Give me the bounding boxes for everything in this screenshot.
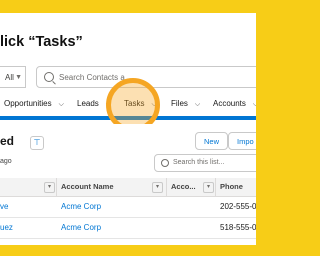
column-divider [166,178,167,196]
chevron-down-icon: ▼ [15,74,22,81]
chevron-down-icon[interactable]: ⌵ [195,101,200,108]
list-updated-text: ago [0,158,12,165]
search-scope-label: All [5,73,14,82]
new-button[interactable]: New [195,132,229,150]
table-header: ▾ Account Name ▾ Acco... ▾ Phone [0,178,256,197]
column-divider [215,178,216,196]
nav-item-opportunities[interactable]: Opportunities ⌵ [4,92,64,116]
nav-item-label: Accounts [213,99,246,108]
search-icon [44,72,54,82]
nav-item-label: Files [171,99,188,108]
column-divider [56,178,57,196]
contact-name-link[interactable]: uez [0,218,13,238]
column-header-account-name[interactable]: Account Name [61,178,114,196]
nav-item-label: Opportunities [4,99,52,108]
pin-icon[interactable]: ⊤ [30,136,44,150]
account-name-link[interactable]: Acme Corp [61,197,101,217]
column-menu-icon[interactable]: ▾ [44,182,55,193]
column-header-label: Phone [220,182,243,191]
column-header-account[interactable]: Acco... [171,178,196,196]
column-header-label: Account Name [61,182,114,191]
list-search-input[interactable]: Search this list... [154,154,256,172]
contact-name-link[interactable]: ve [0,197,8,217]
search-scope-select[interactable]: All ▼ [0,66,26,88]
table-row: uez Acme Corp 518-555-0 [0,218,256,239]
phone-cell: 518-555-0 [220,223,256,232]
instruction-text: lick “Tasks” [0,34,83,50]
column-header-phone[interactable]: Phone [220,178,243,196]
nav-item-accounts[interactable]: Accounts ⌵ [213,92,256,116]
list-view-title[interactable]: ed [0,134,14,148]
chevron-down-icon[interactable]: ⌵ [59,101,64,108]
chevron-down-icon[interactable]: ⌵ [253,101,256,108]
account-name-link[interactable]: Acme Corp [61,218,101,238]
list-search-placeholder: Search this list... [173,159,225,166]
phone-cell: 202-555-0 [220,202,256,211]
nav-item-label: Leads [77,99,99,108]
column-menu-icon[interactable]: ▾ [152,182,163,193]
column-menu-icon[interactable]: ▾ [203,182,214,193]
column-header-label: Acco... [171,182,196,191]
search-icon [161,159,169,167]
app-panel: lick “Tasks” All ▼ Search Contacts a... … [0,13,256,245]
table-row: ve Acme Corp 202-555-0 [0,197,256,218]
nav-item-files[interactable]: Files ⌵ [171,92,200,116]
import-button[interactable]: Impo [228,132,256,150]
